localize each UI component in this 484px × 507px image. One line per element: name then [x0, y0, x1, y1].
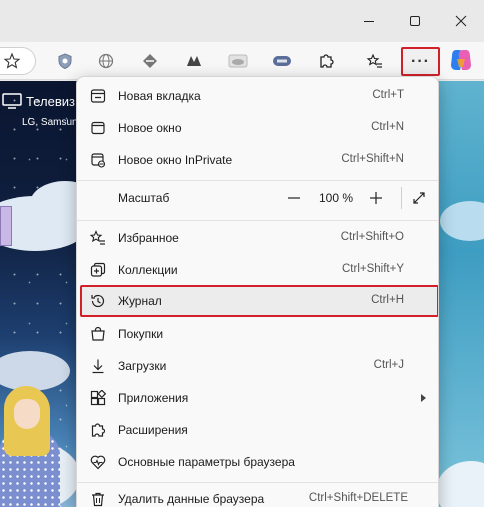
zoom-in-button[interactable] — [361, 183, 391, 213]
menu-item-label: Загрузки — [118, 359, 167, 373]
menu-item-label: Покупки — [118, 327, 164, 341]
cloud-icon — [228, 54, 248, 68]
extension-m-button[interactable] — [180, 47, 208, 75]
browser-essentials-icon — [90, 455, 106, 470]
globe-icon — [98, 53, 114, 69]
menu-item-shortcut: Ctrl+Shift+Y — [342, 263, 404, 275]
menu-item-label: Новое окно — [118, 121, 182, 135]
extension-diamond-button[interactable] — [136, 47, 164, 75]
close-button[interactable] — [438, 0, 484, 42]
menu-item-label: Новая вкладка — [118, 89, 201, 103]
favorite-star-button[interactable] — [0, 47, 26, 75]
tv-icon — [2, 93, 22, 109]
collections-icon — [90, 262, 106, 277]
menu-item-shortcut: Ctrl+J — [373, 359, 404, 371]
mountain-logo-icon — [187, 56, 201, 66]
favorites-button[interactable] — [361, 47, 389, 75]
shopping-icon — [91, 326, 105, 341]
menu-item-new-window[interactable]: Новое окно Ctrl+N — [81, 113, 434, 143]
menu-item-downloads[interactable]: Загрузки Ctrl+J — [81, 351, 434, 381]
menu-item-label: Приложения — [118, 391, 189, 405]
extension-shield-button[interactable] — [51, 47, 79, 75]
menu-item-zoom: Масштаб 100 % — [81, 183, 434, 213]
favorites-icon — [90, 230, 105, 245]
extensions-puzzle-button[interactable] — [312, 47, 340, 75]
close-icon — [455, 15, 467, 27]
tv-subtitle: LG, Samsun — [22, 117, 78, 128]
menu-item-shopping[interactable]: Покупки — [81, 319, 434, 349]
browser-toolbar: ··· — [0, 42, 484, 80]
diamond-icon — [143, 54, 157, 68]
menu-item-label: Основные параметры браузера — [118, 455, 295, 469]
menu-separator — [77, 180, 438, 181]
extensions-icon — [91, 423, 106, 437]
menu-item-shortcut: Ctrl+T — [372, 89, 404, 101]
star-icon — [3, 52, 21, 69]
delete-icon — [92, 492, 104, 507]
menu-separator — [77, 220, 438, 221]
submenu-arrow-icon — [421, 394, 426, 402]
full-screen-icon — [413, 192, 425, 204]
badge-icon — [273, 56, 291, 66]
minimize-button[interactable] — [346, 0, 392, 42]
maximize-button[interactable] — [392, 0, 438, 42]
zoom-label: Масштаб — [118, 191, 170, 205]
favorites-star-list-icon — [366, 53, 382, 68]
apps-icon — [90, 390, 106, 406]
maximize-icon — [410, 16, 420, 26]
title-bar — [0, 0, 484, 42]
history-icon — [91, 294, 105, 308]
puzzle-icon — [320, 54, 334, 68]
menu-item-shortcut: Ctrl+Shift+DELETE — [308, 492, 408, 504]
extension-globe-button[interactable] — [92, 47, 120, 75]
menu-item-shortcut: Ctrl+N — [371, 121, 404, 133]
menu-item-label: Коллекции — [118, 263, 178, 277]
menu-item-delete-browsing-data[interactable]: Удалить данные браузера Ctrl+Shift+DELET… — [81, 484, 434, 507]
settings-and-more-button[interactable]: ··· — [401, 47, 440, 76]
extension-cloud-button[interactable] — [224, 47, 252, 75]
menu-item-label: Расширения — [118, 423, 188, 437]
minus-icon — [288, 197, 300, 199]
minimize-icon — [364, 21, 374, 22]
menu-separator — [77, 482, 438, 483]
menu-item-browser-essentials[interactable]: Основные параметры браузера — [81, 447, 434, 477]
inprivate-icon — [91, 153, 106, 168]
menu-item-label: Новое окно InPrivate — [118, 153, 233, 167]
zoom-value: 100 % — [319, 191, 354, 205]
menu-item-extensions[interactable]: Расширения — [81, 415, 434, 445]
new-tab-icon — [90, 89, 106, 103]
menu-item-favorites[interactable]: Избранное Ctrl+Shift+O — [81, 223, 434, 253]
zoom-divider — [401, 187, 402, 209]
menu-item-label: Удалить данные браузера — [118, 492, 265, 506]
menu-item-label: Журнал — [118, 294, 162, 308]
menu-item-apps[interactable]: Приложения — [81, 383, 434, 413]
menu-item-shortcut: Ctrl+H — [371, 294, 404, 306]
menu-item-shortcut: Ctrl+Shift+N — [341, 153, 404, 165]
shield-icon — [58, 53, 72, 70]
full-screen-button[interactable] — [404, 183, 434, 213]
menu-item-label: Избранное — [118, 231, 179, 245]
downloads-icon — [92, 359, 104, 374]
zoom-out-button[interactable] — [279, 183, 309, 213]
menu-item-collections[interactable]: Коллекции Ctrl+Shift+Y — [81, 255, 434, 285]
page-right-edge — [437, 81, 484, 507]
copilot-icon[interactable] — [448, 47, 474, 73]
plus-icon — [370, 192, 382, 204]
illustration-face — [14, 399, 40, 429]
tv-title: Телевиз — [26, 93, 75, 109]
menu-item-new-tab[interactable]: Новая вкладка Ctrl+T — [81, 81, 434, 111]
menu-item-new-inprivate-window[interactable]: Новое окно InPrivate Ctrl+Shift+N — [81, 145, 434, 175]
banner-fragment — [0, 206, 12, 246]
tv-heading[interactable]: Телевиз — [2, 93, 75, 109]
settings-menu: Новая вкладка Ctrl+T Новое окно Ctrl+N Н… — [76, 76, 439, 507]
extension-badge-button[interactable] — [268, 47, 296, 75]
menu-item-shortcut: Ctrl+Shift+O — [340, 231, 404, 243]
menu-item-history[interactable]: Журнал Ctrl+H — [80, 285, 438, 317]
new-window-icon — [91, 121, 105, 135]
